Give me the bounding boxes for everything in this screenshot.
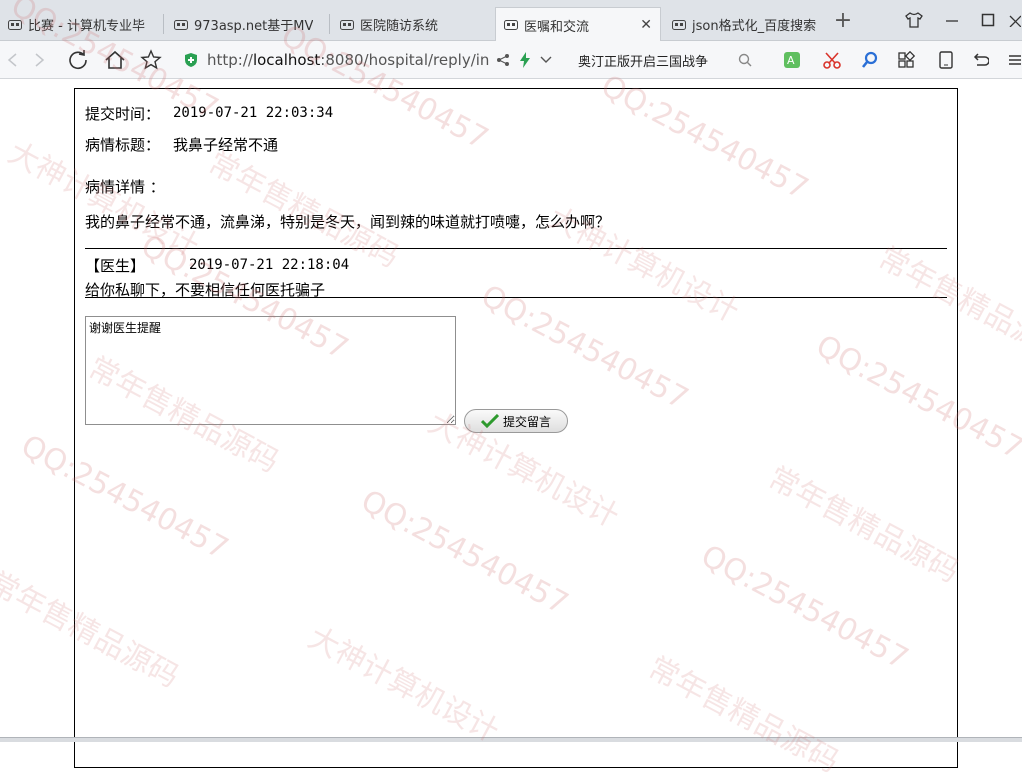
message-textarea[interactable] [85, 316, 456, 425]
divider [85, 297, 947, 298]
tab-separator [163, 14, 164, 34]
close-window-icon[interactable] [1006, 8, 1022, 32]
scissors-icon[interactable] [820, 48, 844, 72]
chevron-down-icon[interactable] [540, 55, 552, 65]
forward-icon[interactable] [28, 48, 52, 72]
disease-detail-value: 我的鼻子经常不通，流鼻涕，特别是冬天，闻到辣的味道就打喷嚏，怎么办啊？ [85, 213, 611, 231]
bookmark-star-icon[interactable] [139, 48, 163, 72]
new-tab-icon[interactable]: + [832, 10, 854, 32]
skin-shirt-icon[interactable] [902, 8, 926, 32]
more-menu-icon[interactable] [1006, 48, 1022, 72]
submit-time-label: 提交时间： [85, 105, 161, 123]
tablet-icon[interactable] [934, 48, 958, 72]
reply-role: 【医生】 [85, 257, 146, 275]
undo-icon[interactable] [968, 48, 992, 72]
translate-icon[interactable]: A [780, 48, 804, 72]
submit-time-value: 2019-07-21 22:03:34 [173, 105, 334, 121]
reply-time: 2019-07-21 22:18:04 [189, 257, 350, 273]
tab-title: json格式化_百度搜索 [692, 19, 817, 34]
address-bar[interactable]: http://localhost:8080/hospital/reply/in [183, 47, 563, 73]
refresh-icon[interactable] [66, 48, 90, 72]
bottom-strip [0, 737, 1022, 742]
navigation-bar: http://localhost:8080/hospital/reply/in … [0, 41, 1022, 79]
tab-item[interactable]: 973asp.net基于MV [166, 8, 326, 41]
svg-text:A: A [787, 54, 795, 67]
tab-item[interactable]: json格式化_百度搜索 [664, 8, 824, 41]
submit-message-button[interactable]: 提交留言 [464, 409, 568, 433]
page-icon [672, 19, 686, 30]
tab-title: 医院随访系统 [360, 19, 439, 34]
close-tab-icon[interactable]: ✕ [640, 17, 652, 33]
share-icon[interactable] [496, 53, 510, 67]
home-icon[interactable] [103, 48, 127, 72]
page-icon [340, 19, 354, 30]
page-icon [8, 19, 22, 30]
tab-item[interactable]: 比赛 - 计算机专业毕 [0, 8, 160, 41]
tab-title: 比赛 - 计算机专业毕 [28, 19, 145, 34]
search-suggestion-text: 奥汀正版开启三国战争 [578, 54, 709, 70]
disease-title-label: 病情标题： [85, 136, 161, 154]
apps-grid-icon[interactable] [894, 48, 918, 72]
page-icon [174, 19, 188, 30]
minimize-icon[interactable] [940, 8, 964, 32]
url-text[interactable]: http://localhost:8080/hospital/reply/in [207, 51, 492, 69]
tab-item-active[interactable]: 医嘱和交流 ✕ [495, 7, 661, 42]
back-icon[interactable] [0, 48, 24, 72]
tab-title: 973asp.net基于MV [194, 19, 314, 34]
disease-title-value: 我鼻子经常不通 [173, 136, 279, 154]
tab-separator [329, 14, 330, 34]
page-icon [504, 20, 518, 30]
disease-detail-label: 病情详情 ： [85, 178, 165, 196]
magnifier-icon[interactable] [858, 48, 882, 72]
checkmark-icon [481, 414, 499, 428]
submit-message-label: 提交留言 [503, 414, 552, 429]
maximize-icon[interactable] [976, 8, 1000, 32]
search-icon[interactable] [738, 53, 752, 67]
secure-shield-icon [185, 53, 197, 67]
tab-title: 医嘱和交流 [524, 19, 590, 35]
search-box[interactable]: 奥汀正版开启三国战争 [566, 47, 762, 73]
divider [85, 248, 947, 249]
lightning-icon[interactable] [518, 52, 532, 68]
tab-strip: 比赛 - 计算机专业毕 973asp.net基于MV 医院随访系统 医嘱和交流 … [0, 0, 1022, 42]
tab-item[interactable]: 医院随访系统 [332, 8, 492, 41]
